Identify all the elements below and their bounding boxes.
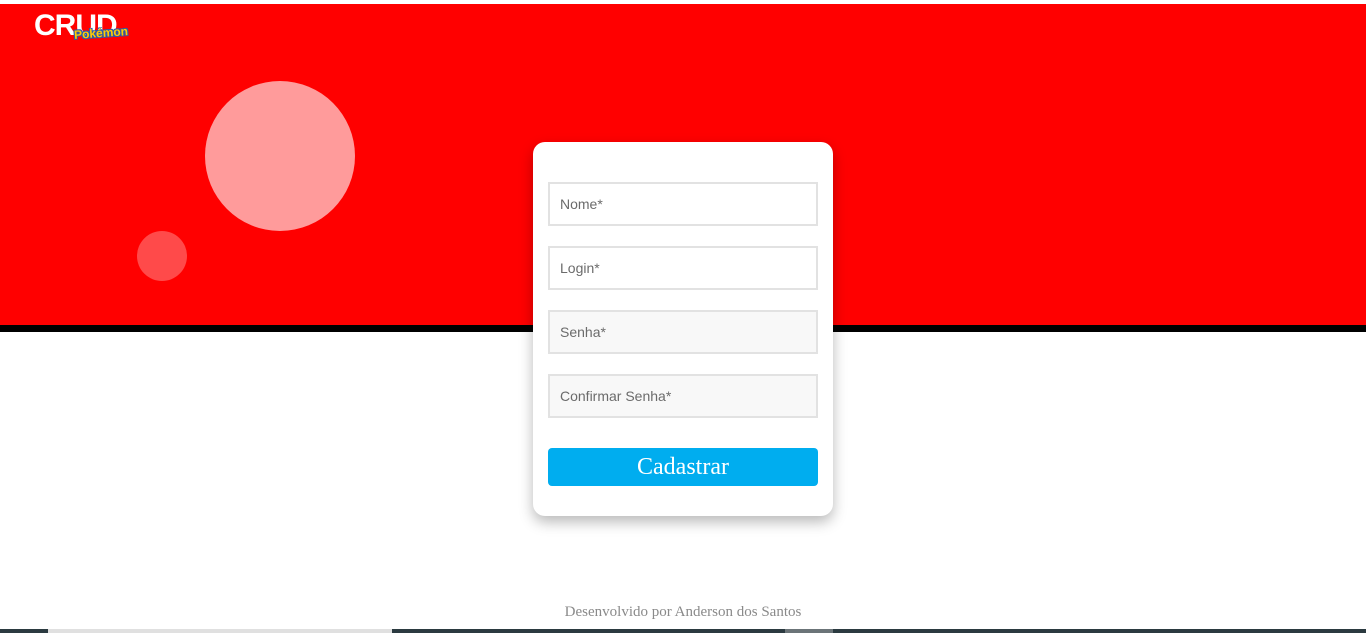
confirmar-senha-input[interactable] <box>550 376 816 416</box>
taskbar-segment <box>785 629 833 633</box>
register-form-card: Cadastrar <box>533 142 833 516</box>
nome-input[interactable] <box>550 184 816 224</box>
login-field[interactable] <box>548 246 818 290</box>
crud-pokemon-logo[interactable]: CRUD Pokémon <box>34 11 134 45</box>
cadastrar-button[interactable]: Cadastrar <box>548 448 818 486</box>
decorative-circle-small <box>137 231 187 281</box>
login-input[interactable] <box>550 248 816 288</box>
senha-input[interactable] <box>550 312 816 352</box>
nome-field[interactable] <box>548 182 818 226</box>
decorative-circle-large <box>205 81 355 231</box>
taskbar-segment <box>48 629 392 633</box>
bottom-taskbar <box>0 629 1366 633</box>
confirmar-senha-field[interactable] <box>548 374 818 418</box>
senha-field[interactable] <box>548 310 818 354</box>
footer-credit: Desenvolvido por Anderson dos Santos <box>564 604 802 620</box>
logo-pokemon-text: Pokémon <box>73 24 129 42</box>
